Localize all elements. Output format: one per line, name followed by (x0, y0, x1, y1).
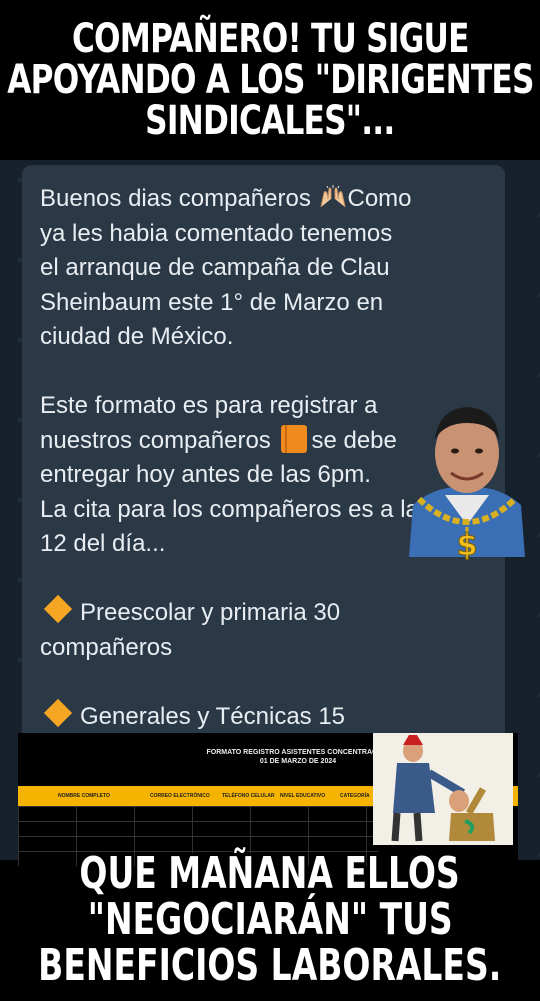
message-line-7b: se debe (311, 426, 397, 454)
message-line-4: Sheinbaum este 1° de Marzo en (40, 288, 384, 316)
column-categoria: CATEGORÍA (340, 793, 370, 799)
list-item-preescolar: Preescolar y primaria 30 (80, 599, 341, 626)
orange-book-icon (281, 424, 308, 453)
column-nombre: NOMBRE COMPLETO (58, 793, 110, 799)
orange-diamond-icon (43, 594, 73, 624)
top-caption-line-1: COMPAÑERO! TU SIGUE (71, 15, 469, 62)
orange-diamond-icon (43, 698, 73, 727)
list-item-preescolar-cont: compañeros (40, 633, 173, 661)
bottom-caption: QUE MAÑANA ELLOS "NEGOCIARÁN" TUS BENEFI… (0, 840, 540, 1000)
message-line-1b: Como (347, 185, 412, 212)
cartoon-illustration (373, 733, 513, 845)
column-correo: CORREO ELECTRÓNICO (150, 793, 210, 799)
message-line-2: ya les habia comentado tenemos (40, 219, 393, 247)
svg-text:$: $ (457, 528, 478, 563)
message-line-1: Buenos dias compañeros (40, 185, 318, 212)
bottom-caption-line-3: BENEFICIOS LABORALES. (38, 940, 502, 991)
bottom-caption-line-1: QUE MAÑANA ELLOS (79, 848, 461, 899)
column-telefono: TELÉFONO CELULAR (222, 793, 275, 799)
message-line-7: nuestros compañeros (40, 426, 278, 454)
bottom-caption-line-2: "NEGOCIARÁN" TUS (87, 894, 453, 945)
raising-hands-icon (318, 185, 348, 209)
top-caption: COMPAÑERO! TU SIGUE APOYANDO A LOS "DIRI… (0, 0, 540, 160)
politician-photo: $ (409, 407, 525, 564)
list-item-generales: Generales y Técnicas 15 (80, 702, 346, 730)
message-line-5: ciudad de México. (40, 323, 234, 350)
top-caption-line-2: APOYANDO A LOS "DIRIGENTES (6, 56, 534, 103)
message-line-3: el arranque de campaña de Clau (40, 254, 390, 281)
column-nivel: NIVEL EDUCATIVO (280, 793, 326, 799)
top-caption-line-3: SINDICALES"... (145, 97, 395, 144)
